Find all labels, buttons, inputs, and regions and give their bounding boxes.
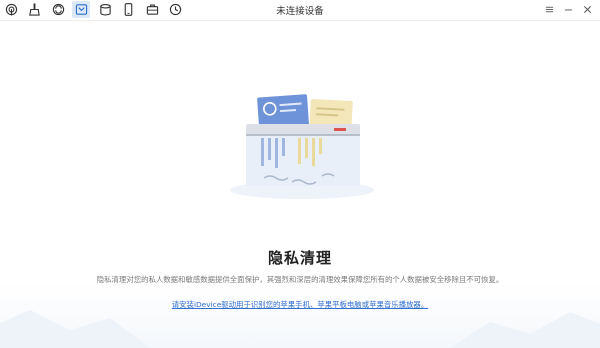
history-icon[interactable] [166,1,184,18]
sync-icon[interactable] [49,1,67,18]
broom-icon[interactable] [25,1,43,18]
privacy-shield-icon[interactable] [72,1,90,18]
page-title: 隐私清理 [267,249,332,267]
phone-icon[interactable] [119,1,137,18]
background-mountains [0,310,600,348]
top-toolbar: 未连接设备 [0,0,600,21]
menu-icon[interactable] [542,2,556,16]
close-icon[interactable] [580,2,594,16]
page-description: 隐私清理对您的私人数据和敏感数据提供全面保护，其强烈和深层的清理效果保障您所有的… [96,275,504,284]
shredder-illustration [230,94,374,199]
storage-icon[interactable] [96,1,114,18]
signal-icon[interactable] [2,1,20,18]
window-title: 未连接设备 [276,6,324,17]
install-driver-link[interactable]: 请安装iDevice驱动用于识别您的苹果手机、苹果平板电脑或苹果音乐播放器。 [0,299,600,310]
toolbox-icon[interactable] [143,1,161,18]
minimize-icon[interactable] [561,2,575,16]
main-panel: 隐私清理 隐私清理对您的私人数据和敏感数据提供全面保护，其强烈和深层的清理效果保… [0,21,600,348]
